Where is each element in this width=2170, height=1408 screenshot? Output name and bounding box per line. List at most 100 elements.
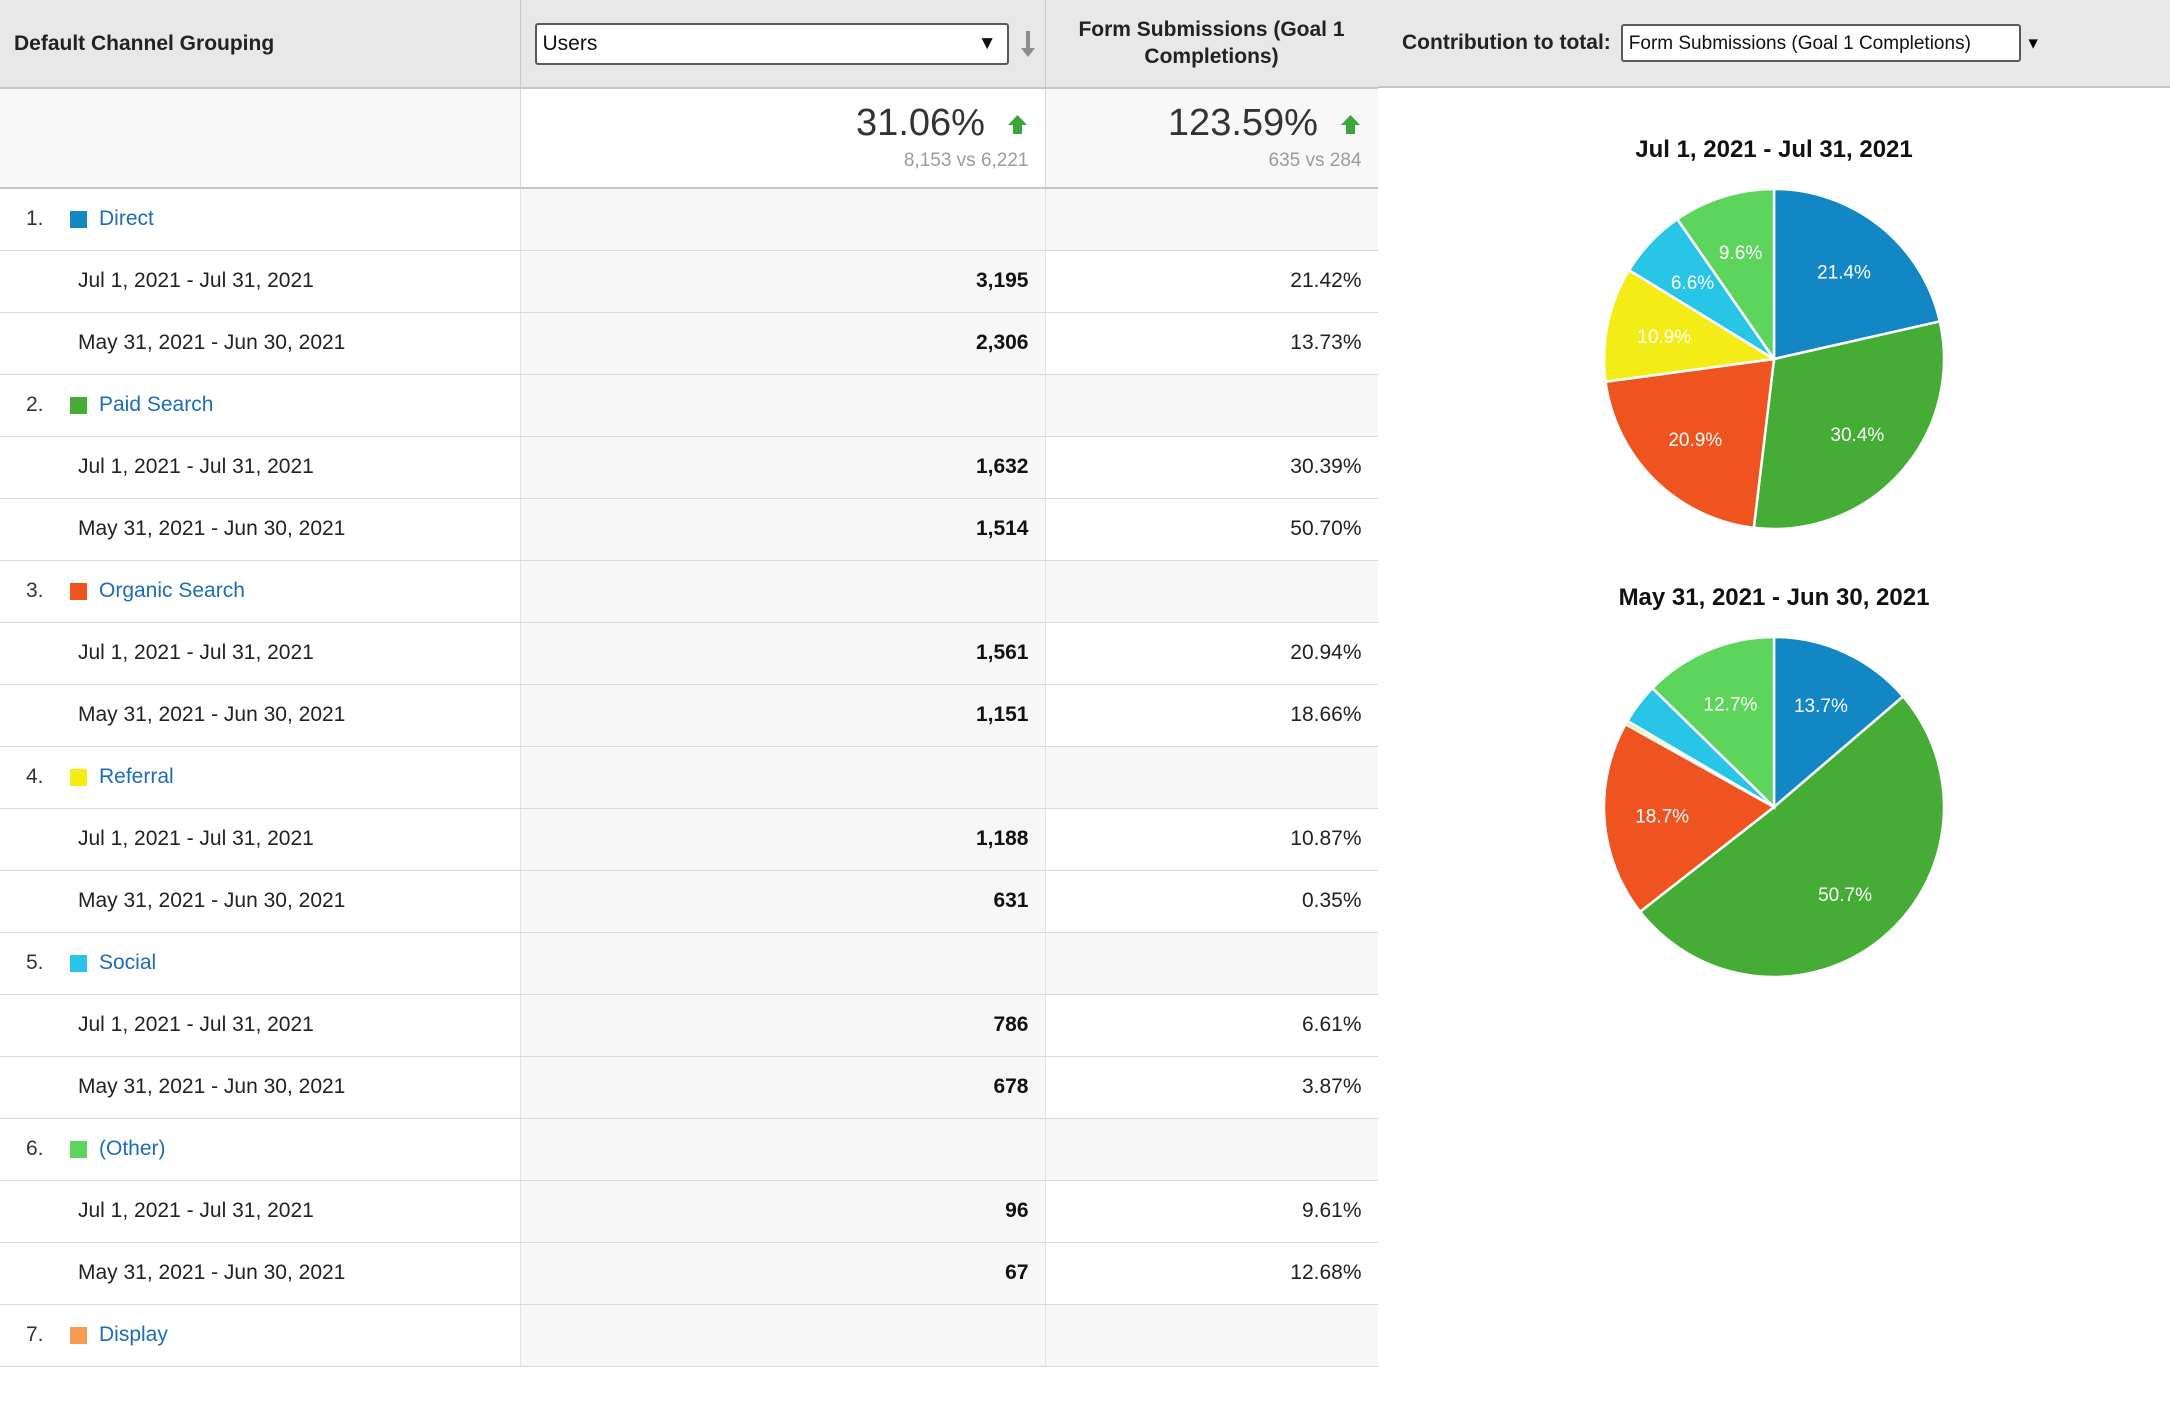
channel-users-cell xyxy=(520,932,1046,995)
goal1-value: 0.35% xyxy=(1045,870,1379,933)
dimension-header-cell: Default Channel Grouping xyxy=(0,0,521,89)
summary-users-comparison: 8,153 vs 6,221 xyxy=(903,150,1029,172)
users-value: 1,514 xyxy=(520,498,1046,561)
channel-color-swatch xyxy=(70,1140,87,1158)
channel-color-swatch xyxy=(70,954,87,972)
summary-goal1-cell: 123.59% 635 vs 284 xyxy=(1045,88,1379,189)
date-range-label: Jul 1, 2021 - Jul 31, 2021 xyxy=(0,250,521,313)
date-range-row: May 31, 2021 - Jun 30, 2021 67 12.68% xyxy=(0,1242,1379,1305)
goal1-value: 3.87% xyxy=(1045,1056,1379,1119)
pie-chart: 21.4% 30.4% 20.9% 10.9% 6.6%9.6% xyxy=(1602,187,1946,531)
contribution-charts-panel: Contribution to total: Form Submissions … xyxy=(1378,0,2170,1408)
goal1-value: 13.73% xyxy=(1045,312,1379,375)
date-range-label: May 31, 2021 - Jun 30, 2021 xyxy=(0,498,521,561)
users-value: 2,306 xyxy=(520,312,1046,375)
date-range-row: May 31, 2021 - Jun 30, 2021 678 3.87% xyxy=(0,1056,1379,1119)
goal1-value: 10.87% xyxy=(1045,808,1379,871)
channel-color-swatch xyxy=(70,210,87,228)
goal1-value: 21.42% xyxy=(1045,250,1379,313)
date-range-row: Jul 1, 2021 - Jul 31, 2021 1,188 10.87% xyxy=(0,808,1379,871)
channel-name-cell: 6. (Other) xyxy=(0,1118,521,1181)
channel-name-cell: 5. Social xyxy=(0,932,521,995)
channel-group-row: 1. Direct xyxy=(0,188,1379,251)
date-range-row: Jul 1, 2021 - Jul 31, 2021 1,632 30.39% xyxy=(0,436,1379,499)
pie-chart-block: Jul 1, 2021 - Jul 31, 2021 21.4% 30.4% 20.9… xyxy=(1378,88,2170,554)
goal1-value: 50.70% xyxy=(1045,498,1379,561)
metric-select[interactable]: Users xyxy=(534,22,1009,65)
date-range-label: Jul 1, 2021 - Jul 31, 2021 xyxy=(0,622,521,685)
channel-color-swatch xyxy=(70,768,87,786)
date-range-row: Jul 1, 2021 - Jul 31, 2021 3,195 21.42% xyxy=(0,250,1379,313)
channel-users-cell xyxy=(520,188,1046,251)
metric2-header-cell: Form Submissions (Goal 1 Completions) xyxy=(1045,0,1379,89)
pie-slice-label: 12.7% xyxy=(1704,695,1758,716)
channel-name-link[interactable]: Display xyxy=(99,1323,168,1347)
pie-chart-title: Jul 1, 2021 - Jul 31, 2021 xyxy=(1635,136,1913,163)
channel-name-cell: 1. Direct xyxy=(0,188,521,251)
channel-name-link[interactable]: (Other) xyxy=(99,1137,166,1161)
trend-up-icon xyxy=(1339,105,1362,143)
date-range-row: May 31, 2021 - Jun 30, 2021 2,306 13.73% xyxy=(0,312,1379,375)
date-range-row: Jul 1, 2021 - Jul 31, 2021 96 9.61% xyxy=(0,1180,1379,1243)
trend-up-icon xyxy=(1006,105,1029,143)
channel-rank: 7. xyxy=(26,1323,44,1346)
pie-chart-title: May 31, 2021 - Jun 30, 2021 xyxy=(1618,584,1930,611)
date-range-label: May 31, 2021 - Jun 30, 2021 xyxy=(0,1056,521,1119)
summary-dimension-cell xyxy=(0,88,521,189)
channel-name-cell: 4. Referral xyxy=(0,746,521,809)
summary-row: 31.06% 8,153 vs 6,221 123.59% 635 vs 284 xyxy=(0,88,1379,189)
channel-name-link[interactable]: Referral xyxy=(99,765,174,789)
contribution-metric-select[interactable]: Form Submissions (Goal 1 Completions) xyxy=(1620,24,2021,62)
contribution-label: Contribution to total: xyxy=(1402,31,1611,54)
date-range-row: May 31, 2021 - Jun 30, 2021 1,514 50.70% xyxy=(0,498,1379,561)
channel-rank: 5. xyxy=(26,951,44,974)
channel-users-cell xyxy=(520,374,1046,437)
goal1-value: 9.61% xyxy=(1045,1180,1379,1243)
pie-slice-label: 30.4% xyxy=(1830,425,1884,446)
channel-name-link[interactable]: Social xyxy=(99,951,156,975)
summary-goal1-comparison: 635 vs 284 xyxy=(1268,150,1362,172)
channel-name-link[interactable]: Direct xyxy=(99,207,154,231)
channel-goal1-cell xyxy=(1045,374,1379,437)
channel-users-cell xyxy=(520,560,1046,623)
date-range-label: Jul 1, 2021 - Jul 31, 2021 xyxy=(0,1180,521,1243)
summary-users-cell: 31.06% 8,153 vs 6,221 xyxy=(520,88,1046,189)
channel-group-row: 2. Paid Search xyxy=(0,374,1379,437)
users-value: 631 xyxy=(520,870,1046,933)
sort-descending-arrow-icon[interactable] xyxy=(1017,29,1039,59)
channel-rank: 4. xyxy=(26,765,44,788)
summary-users-percent-wrap: 31.06% xyxy=(537,104,1029,144)
channel-group-row: 7. Display xyxy=(0,1304,1379,1367)
users-value: 1,561 xyxy=(520,622,1046,685)
summary-goal1-percent-wrap: 123.59% xyxy=(1062,104,1362,144)
channel-goal1-cell xyxy=(1045,1118,1379,1181)
metric1-header-cell: Users ▼ xyxy=(520,0,1046,89)
channel-color-swatch xyxy=(70,396,87,414)
pie-slice-label: 20.9% xyxy=(1668,430,1722,451)
dimension-header-label: Default Channel Grouping xyxy=(14,31,275,55)
users-value: 96 xyxy=(520,1180,1046,1243)
summary-goal1-percent: 123.59% xyxy=(1167,101,1318,144)
date-range-row: May 31, 2021 - Jun 30, 2021 631 0.35% xyxy=(0,870,1379,933)
channel-rank: 3. xyxy=(26,579,44,602)
date-range-row: May 31, 2021 - Jun 30, 2021 1,151 18.66% xyxy=(0,684,1379,747)
summary-users-percent: 31.06% xyxy=(856,101,985,144)
users-value: 1,632 xyxy=(520,436,1046,499)
pie-slice-label: 21.4% xyxy=(1817,262,1871,283)
users-value: 678 xyxy=(520,1056,1046,1119)
metric2-header-label: Form Submissions (Goal 1 Completions) xyxy=(1078,18,1345,68)
users-value: 67 xyxy=(520,1242,1046,1305)
channel-rank: 2. xyxy=(26,393,44,416)
pie-slice-label: 9.6% xyxy=(1719,243,1762,264)
channel-color-swatch xyxy=(70,582,87,600)
channel-name-link[interactable]: Organic Search xyxy=(99,579,245,603)
channel-goal1-cell xyxy=(1045,1304,1379,1367)
goal1-value: 20.94% xyxy=(1045,622,1379,685)
channel-color-swatch xyxy=(70,1326,87,1344)
pie-slice-label: 50.7% xyxy=(1818,885,1872,906)
date-range-row: Jul 1, 2021 - Jul 31, 2021 786 6.61% xyxy=(0,994,1379,1057)
date-range-label: May 31, 2021 - Jun 30, 2021 xyxy=(0,1242,521,1305)
date-range-label: May 31, 2021 - Jun 30, 2021 xyxy=(0,684,521,747)
channel-name-link[interactable]: Paid Search xyxy=(99,393,213,417)
channel-goal1-cell xyxy=(1045,560,1379,623)
